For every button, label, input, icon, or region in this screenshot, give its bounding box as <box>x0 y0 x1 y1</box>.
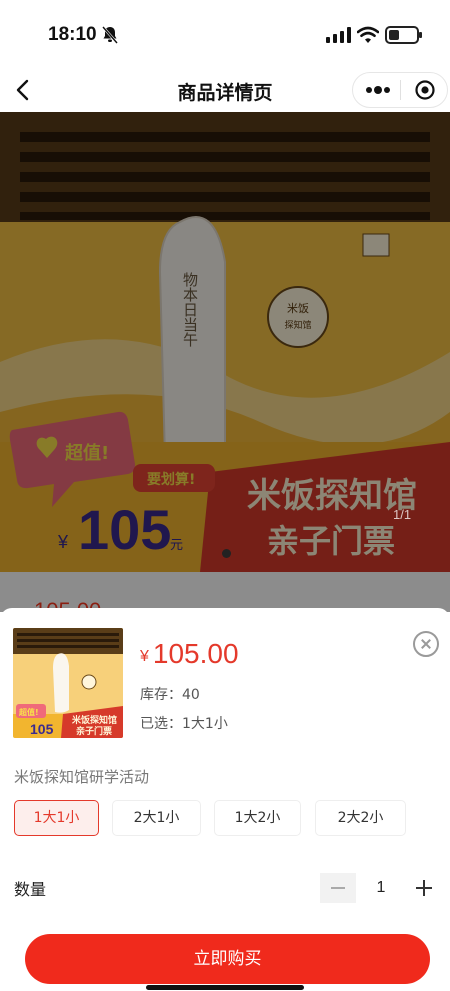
signal-icon <box>326 27 351 43</box>
stock-text: 库存：40 <box>140 687 200 703</box>
target-circle-icon[interactable] <box>408 78 442 102</box>
selected-spec-text: 已选：1大1小 <box>140 716 228 732</box>
thumb-headline-line1: 米饭探知馆 <box>71 714 117 726</box>
modal-backdrop[interactable] <box>0 112 450 572</box>
battery-icon <box>385 26 422 44</box>
buy-now-button[interactable]: 立即购买 <box>25 934 430 984</box>
quantity-label: 数量 <box>14 880 47 899</box>
spec-option-2a2c[interactable]: 2大2小 <box>315 800 406 836</box>
thumb-badge: 超值! <box>18 707 39 717</box>
sku-bottom-sheet: 米饭探知馆 亲子门票 超值! 105 ¥105.00 库存：40 已选：1大1小… <box>0 608 450 991</box>
modal-backdrop-lower[interactable]: 105.00 <box>0 572 450 612</box>
plus-icon[interactable] <box>406 873 442 903</box>
spec-group-title: 米饭探知馆研学活动 <box>14 768 150 786</box>
price-currency: ¥ <box>140 648 149 665</box>
close-icon[interactable] <box>413 631 439 657</box>
spec-option-1a1c[interactable]: 1大1小 <box>14 800 99 836</box>
carousel-dot <box>222 549 231 558</box>
product-image-carousel[interactable]: 米饭 探知馆 物本日当午 米饭探知馆 亲子门票 超值! 要划算! ¥ 105 元… <box>0 112 450 572</box>
battery-level <box>389 30 399 40</box>
quantity-stepper-value[interactable]: 1 <box>358 873 404 903</box>
product-thumbnail: 米饭探知馆 亲子门票 超值! 105 <box>13 628 123 738</box>
nav-bar: 商品详情页 <box>0 68 450 112</box>
status-time: 18:10 <box>48 24 97 45</box>
home-indicator <box>146 985 304 990</box>
sku-price: ¥105.00 <box>140 638 239 670</box>
more-dots-icon[interactable] <box>360 78 396 102</box>
capsule-divider <box>400 80 401 100</box>
wifi-icon <box>357 26 379 43</box>
thumb-headline-line2: 亲子门票 <box>76 725 112 737</box>
minus-icon[interactable] <box>320 873 356 903</box>
image-page-indicator: 1/1 <box>393 507 412 522</box>
spec-option-1a2c[interactable]: 1大2小 <box>214 800 301 836</box>
price-value: 105.00 <box>152 638 239 669</box>
thumb-price: 105 <box>30 721 54 737</box>
watermark: 头条号 <box>4 976 28 985</box>
bell-muted-icon <box>102 26 118 44</box>
status-bar: 18:10 <box>0 0 450 68</box>
spec-option-2a1c[interactable]: 2大1小 <box>112 800 201 836</box>
